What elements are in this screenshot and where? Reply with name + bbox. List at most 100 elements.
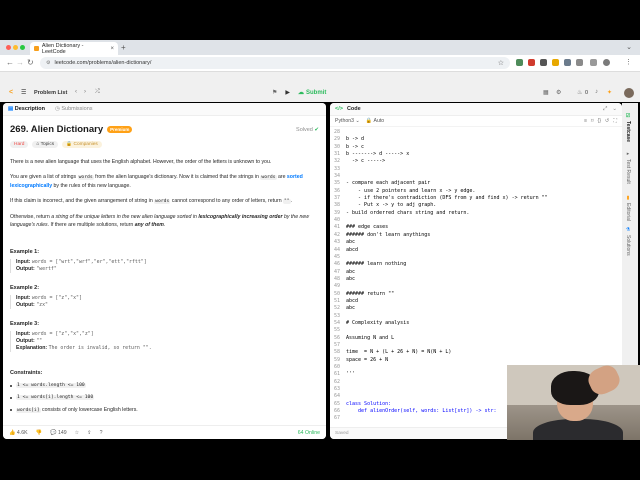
- tab-search-chevron-icon[interactable]: ⌄: [626, 43, 632, 51]
- streak-count: 0: [585, 90, 589, 96]
- next-problem-icon[interactable]: ›: [84, 89, 86, 95]
- code-line[interactable]: 38 - Put x -> y to adj graph.: [330, 202, 622, 209]
- code-text: - use 2 pointers and learn x -> y edge.: [346, 187, 476, 194]
- reset-icon[interactable]: ↺: [605, 118, 609, 125]
- code-line[interactable]: 45: [330, 254, 622, 261]
- language-select[interactable]: Python3 ⌄: [335, 118, 360, 124]
- back-arrow-icon[interactable]: ←: [6, 58, 14, 67]
- tab-solutions[interactable]: ⚗ Solutions: [625, 227, 631, 256]
- line-number: 32: [333, 158, 340, 165]
- close-window-dot[interactable]: [6, 45, 11, 50]
- site-info-icon[interactable]: ⚙: [46, 60, 50, 66]
- new-tab-icon[interactable]: +: [121, 43, 126, 52]
- profile-avatar[interactable]: [603, 59, 610, 66]
- forward-arrow-icon[interactable]: →: [16, 58, 24, 67]
- streak-fire-icon[interactable]: ♨: [577, 89, 582, 96]
- menu-lines-icon[interactable]: ≡: [584, 118, 587, 125]
- code-line[interactable]: 40: [330, 217, 622, 224]
- favorite-star-icon[interactable]: ☆: [75, 430, 80, 436]
- tab-test-result[interactable]: ▸ Test Result: [625, 151, 631, 184]
- code-line[interactable]: 59 space = 26 + N: [330, 357, 622, 364]
- code-line[interactable]: 53: [330, 313, 622, 320]
- comments-button[interactable]: 💬 149: [50, 430, 67, 436]
- tab-testcase[interactable]: ☑ Testcase: [625, 113, 631, 142]
- autocomplete-toggle[interactable]: 🔒 Auto: [366, 118, 384, 124]
- code-line[interactable]: 48 abc: [330, 276, 622, 283]
- code-line[interactable]: 57: [330, 342, 622, 349]
- extensions-puzzle-icon[interactable]: [590, 59, 597, 66]
- code-line[interactable]: 36 - use 2 pointers and learn x -> y edg…: [330, 188, 622, 195]
- shuffle-icon[interactable]: ⤮: [95, 89, 100, 96]
- share-icon[interactable]: ⇪: [87, 430, 91, 436]
- maximize-window-dot[interactable]: [20, 45, 25, 50]
- browser-menu-icon[interactable]: ⋮: [625, 58, 632, 66]
- code-line[interactable]: 34: [330, 173, 622, 180]
- minimize-window-dot[interactable]: [13, 45, 18, 50]
- run-button[interactable]: ▶: [285, 89, 290, 96]
- code-line[interactable]: 54 # Complexity analysis: [330, 320, 622, 327]
- submit-button[interactable]: ☁ Submit: [298, 89, 326, 97]
- tab-editorial[interactable]: ▮ Editorial: [625, 195, 631, 221]
- premium-icon[interactable]: ✦: [607, 89, 612, 96]
- code-line[interactable]: 33: [330, 166, 622, 173]
- settings-gear-icon[interactable]: ⚙: [556, 89, 561, 96]
- line-number: 54: [333, 319, 340, 326]
- line-number: 55: [333, 327, 340, 334]
- code-line[interactable]: 55: [330, 327, 622, 334]
- problem-list-icon[interactable]: ☰: [21, 89, 26, 96]
- tab-code[interactable]: Code: [347, 106, 361, 112]
- expand-panel-icon[interactable]: ⤢: [603, 106, 607, 113]
- leetcode-logo-icon[interactable]: <: [9, 89, 13, 96]
- reload-icon[interactable]: ↻: [27, 58, 34, 67]
- code-line[interactable]: 46 ###### learn nothing: [330, 261, 622, 268]
- code-line[interactable]: 29 b -> d: [330, 136, 622, 143]
- extension-icon[interactable]: [516, 59, 523, 66]
- code-line[interactable]: 58 time = N + (L + 26 + N) = N(N + L): [330, 349, 622, 356]
- code-line[interactable]: 30 b -> c: [330, 144, 622, 151]
- extension-icon[interactable]: [564, 59, 571, 66]
- code-line[interactable]: 41 ### edge cases: [330, 224, 622, 231]
- companies-tag[interactable]: 🔒 Companies: [62, 141, 102, 148]
- bookmark-star-icon[interactable]: ☆: [498, 59, 504, 67]
- code-line[interactable]: 44 abcd: [330, 247, 622, 254]
- code-line[interactable]: 35 - compare each adjacent pair: [330, 180, 622, 187]
- code-line[interactable]: 49: [330, 283, 622, 290]
- user-avatar[interactable]: [624, 88, 634, 98]
- like-button[interactable]: 👍 4.6K: [9, 430, 28, 436]
- code-line[interactable]: 56 Assuming N and L: [330, 335, 622, 342]
- close-tab-icon[interactable]: ×: [110, 46, 114, 52]
- code-line[interactable]: 37 - if there's contradiction (DFS from …: [330, 195, 622, 202]
- code-line[interactable]: 51 abcd: [330, 298, 622, 305]
- dislike-button[interactable]: 👎: [36, 430, 42, 436]
- code-line[interactable]: 50 ###### return "": [330, 291, 622, 298]
- extension-icon[interactable]: [540, 59, 547, 66]
- code-line[interactable]: 47 abc: [330, 269, 622, 276]
- code-line[interactable]: 32 -> c ----->: [330, 158, 622, 165]
- tab-submissions[interactable]: ◷ Submissions: [55, 106, 93, 112]
- code-line[interactable]: 43 abc: [330, 239, 622, 246]
- code-toolbar: Python3 ⌄ 🔒 Auto ≡ ⌑ {} ↺ ⛶: [330, 116, 622, 127]
- code-line[interactable]: 52 abc: [330, 305, 622, 312]
- code-line[interactable]: 39 - build orderred chars string and retu…: [330, 210, 622, 217]
- notification-bell-icon[interactable]: ♪: [595, 89, 598, 95]
- extension-icon[interactable]: [552, 59, 559, 66]
- code-line[interactable]: 42 ###### don't learn anythings: [330, 232, 622, 239]
- help-icon[interactable]: ?: [100, 430, 103, 436]
- debug-icon[interactable]: ⚑: [272, 89, 277, 96]
- code-line[interactable]: 28: [330, 129, 622, 136]
- format-braces-icon[interactable]: {}: [598, 118, 601, 125]
- browser-tab[interactable]: Alien Dictionary - LeetCode ×: [30, 42, 118, 55]
- layout-icon[interactable]: ▦: [543, 89, 549, 96]
- address-bar[interactable]: ⚙ leetcode.com/problems/alien-dictionary…: [40, 57, 510, 69]
- code-line[interactable]: 31 b -------> d -----> x: [330, 151, 622, 158]
- tab-description[interactable]: ▤ Description: [8, 106, 45, 112]
- prev-problem-icon[interactable]: ‹: [75, 89, 77, 95]
- topics-tag[interactable]: ⌂ Topics: [32, 141, 59, 148]
- fullscreen-icon[interactable]: ⛶: [613, 118, 617, 125]
- problem-list-link[interactable]: Problem List: [34, 90, 67, 96]
- extension-icon[interactable]: [576, 59, 583, 66]
- example-title: Example 3:: [10, 321, 40, 327]
- bookmark-icon[interactable]: ⌑: [591, 118, 594, 125]
- extension-icon[interactable]: [528, 59, 535, 66]
- panel-menu-icon[interactable]: ⌄: [612, 106, 617, 113]
